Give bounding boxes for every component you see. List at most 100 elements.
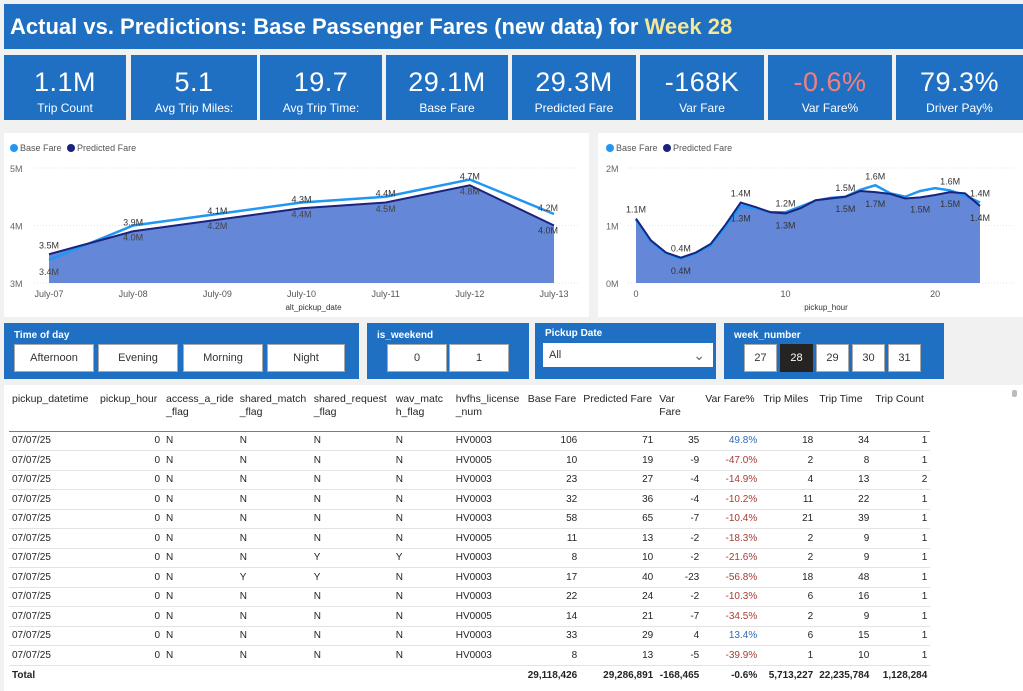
table-cell: 0 xyxy=(97,450,163,471)
table-row[interactable]: 07/07/25 0 N N N N HV0003 106 71 35 49.8% 18 34 1 xyxy=(9,431,931,451)
slicer-title: week_number xyxy=(734,330,801,341)
table-cell: N xyxy=(163,450,237,471)
table-cell: 10 xyxy=(524,450,581,471)
column-header[interactable]: hvfhs_license _num xyxy=(452,391,525,432)
table-cell: -21.6% xyxy=(702,548,761,568)
table-cell: 07/07/25 xyxy=(9,548,97,568)
table-cell: 34 xyxy=(816,431,873,451)
kpi-label: Var Fare% xyxy=(801,101,859,115)
option-weekend-1[interactable]: 1 xyxy=(449,344,509,372)
table-cell: N xyxy=(163,548,237,568)
kpi-label: Avg Trip Time: xyxy=(282,101,360,115)
table-cell: 22 xyxy=(816,489,873,510)
option-morning[interactable]: Morning xyxy=(183,344,263,372)
table-cell: 1 xyxy=(872,431,931,451)
table-cell: 1 xyxy=(872,626,931,646)
table-row[interactable]: 07/07/25 0 N N N N HV0003 32 36 -4 -10.2% 11 22 1 xyxy=(9,489,931,510)
total-cell: -0.6% xyxy=(702,664,761,685)
table-cell: HV0003 xyxy=(452,548,525,568)
option-week-30[interactable]: 30 xyxy=(852,344,885,372)
kpi-label: Trip Count xyxy=(37,101,93,115)
x-tick-label: July-08 xyxy=(119,289,148,299)
table-cell: 0 xyxy=(97,606,163,627)
kpi-label: Avg Trip Miles: xyxy=(154,101,234,115)
option-week-31[interactable]: 31 xyxy=(888,344,921,372)
table-cell: HV0005 xyxy=(452,606,525,627)
option-week-28[interactable]: 28 xyxy=(780,344,813,372)
option-weekend-0[interactable]: 0 xyxy=(387,344,447,372)
table-cell: N xyxy=(163,606,237,627)
predicted-data-label: 3.9M xyxy=(123,217,143,227)
table-cell: -56.8% xyxy=(702,567,761,588)
table-cell: 6 xyxy=(760,626,817,646)
option-night[interactable]: Night xyxy=(267,344,345,372)
column-header[interactable]: Trip Time xyxy=(816,391,873,432)
table-row[interactable]: 07/07/25 0 N N Y Y HV0003 8 10 -2 -21.6% 2 9 1 xyxy=(9,548,931,568)
table-row[interactable]: 07/07/25 0 N N N N HV0003 8 13 -5 -39.9% 1 10 1 xyxy=(9,645,931,666)
data-label: 1.6M xyxy=(865,171,885,181)
table-row[interactable]: 07/07/25 0 N N N N HV0005 11 13 -2 -18.3% 2 9 1 xyxy=(9,528,931,549)
table-row[interactable]: 07/07/25 0 N N N N HV0005 10 19 -9 -47.0% 2 8 1 xyxy=(9,450,931,471)
kpi-card-avg-trip-time: 19.7 Avg Trip Time: xyxy=(260,55,382,120)
column-header[interactable]: Var Fare xyxy=(656,391,703,432)
pickup-date-dropdown[interactable]: All ⌄ xyxy=(543,343,713,367)
column-header[interactable]: shared_request _flag xyxy=(310,391,393,432)
trip-detail-table: pickup_datetime pickup_hour access_a_ride _… xyxy=(9,391,931,685)
column-header[interactable]: Predicted Fare xyxy=(580,391,657,432)
column-header[interactable]: Trip Count xyxy=(872,391,931,432)
table-cell: N xyxy=(392,626,453,646)
data-label: 1.5M xyxy=(835,204,855,214)
table-cell: 0 xyxy=(97,548,163,568)
option-evening[interactable]: Evening xyxy=(98,344,178,372)
table-cell: N xyxy=(236,606,311,627)
scrollbar-handle[interactable] xyxy=(1012,390,1017,397)
table-cell: 14 xyxy=(524,606,581,627)
data-label: 1.1M xyxy=(626,205,646,215)
column-header[interactable]: access_a_ride _flag xyxy=(163,391,237,432)
data-label: 1.5M xyxy=(940,199,960,209)
table-cell: 0 xyxy=(97,509,163,529)
option-week-27[interactable]: 27 xyxy=(744,344,777,372)
table-cell: N xyxy=(310,509,393,529)
table-cell: -2 xyxy=(656,528,703,549)
table-cell: 18 xyxy=(760,567,817,588)
table-row[interactable]: 07/07/25 0 N N N N HV0003 58 65 -7 -10.4% 21 39 1 xyxy=(9,509,931,529)
column-header[interactable]: Var Fare% xyxy=(702,391,761,432)
total-cell: 5,713,227 xyxy=(760,664,817,685)
chart-panel-by-date: Base Fare Predicted Fare 3M 4M 5M 3.5M 3.9M 4… xyxy=(4,133,589,317)
table-cell: 11 xyxy=(760,489,817,510)
table-cell: 40 xyxy=(580,567,657,588)
table-cell: 1 xyxy=(872,450,931,471)
table-cell: 07/07/25 xyxy=(9,567,97,588)
column-header[interactable]: Trip Miles xyxy=(760,391,817,432)
table-cell: Y xyxy=(310,567,393,588)
table-row[interactable]: 07/07/25 0 N N N N HV0003 22 24 -2 -10.3% 6 16 1 xyxy=(9,587,931,607)
data-label: 1.6M xyxy=(940,176,960,186)
column-header[interactable]: wav_matc h_flag xyxy=(392,391,453,432)
table-cell: 1 xyxy=(760,645,817,666)
title-week: Week 28 xyxy=(644,14,733,39)
slicer-pickup-date: Pickup Date All ⌄ xyxy=(535,323,716,379)
y-tick-label: 2M xyxy=(606,164,619,174)
option-afternoon[interactable]: Afternoon xyxy=(14,344,94,372)
table-cell: -9 xyxy=(656,450,703,471)
kpi-card-var-fare-pct: -0.6% Var Fare% xyxy=(768,55,892,120)
column-header[interactable]: shared_match _flag xyxy=(236,391,311,432)
column-header[interactable]: pickup_datetime xyxy=(9,391,97,432)
option-week-29[interactable]: 29 xyxy=(816,344,849,372)
table-cell: HV0003 xyxy=(452,431,525,451)
table-cell: 07/07/25 xyxy=(9,489,97,510)
predicted-data-label: 4.3M xyxy=(291,194,311,204)
table-cell: 48 xyxy=(816,567,873,588)
column-header[interactable]: Base Fare xyxy=(524,391,581,432)
total-cell xyxy=(163,664,237,685)
table-cell: HV0003 xyxy=(452,567,525,588)
column-header[interactable]: pickup_hour xyxy=(97,391,163,432)
table-cell: -10.3% xyxy=(702,587,761,607)
table-row[interactable]: 07/07/25 0 N Y Y N HV0003 17 40 -23 -56.8% 18 48 1 xyxy=(9,567,931,588)
table-row[interactable]: 07/07/25 0 N N N N HV0003 33 29 4 13.4% 6 15 1 xyxy=(9,626,931,646)
table-row[interactable]: 07/07/25 0 N N N N HV0005 14 21 -7 -34.5% 2 9 1 xyxy=(9,606,931,627)
x-tick-label: 20 xyxy=(930,289,940,299)
y-tick-label: 0M xyxy=(606,279,619,289)
table-row[interactable]: 07/07/25 0 N N N N HV0003 23 27 -4 -14.9% 4 13 2 xyxy=(9,470,931,490)
